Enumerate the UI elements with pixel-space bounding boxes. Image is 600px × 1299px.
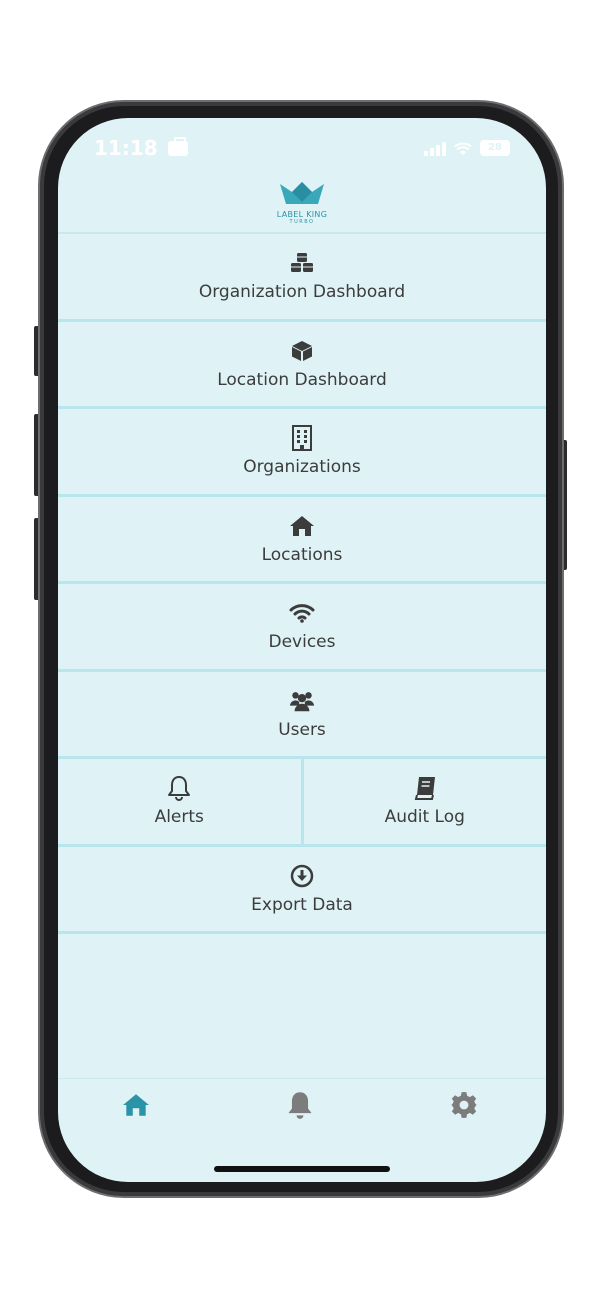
logo-subtext: TURBO [289, 219, 315, 225]
logo-text: LABEL KING [276, 210, 328, 219]
home-indicator [214, 1166, 390, 1172]
tab-settings[interactable] [444, 1089, 484, 1121]
cube-icon [289, 338, 315, 364]
audit-log-label: Audit Log [384, 807, 465, 828]
tab-home[interactable] [116, 1089, 156, 1121]
devices-label: Devices [268, 632, 336, 653]
alerts-button[interactable]: Alerts [58, 759, 301, 844]
wifi-status-icon [454, 142, 472, 155]
organizations-label: Organizations [243, 457, 361, 478]
cellular-signal-icon [424, 142, 446, 156]
menu-row: Devices [58, 584, 546, 672]
menu-row: Organization Dashboard [58, 234, 546, 322]
crown-icon [280, 182, 324, 204]
organization-dashboard-button[interactable]: Organization Dashboard [58, 234, 546, 319]
users-label: Users [278, 719, 326, 740]
users-button[interactable]: Users [58, 671, 546, 756]
location-dashboard-button[interactable]: Location Dashboard [58, 321, 546, 406]
alerts-label: Alerts [154, 807, 204, 828]
audit-log-button[interactable]: Audit Log [300, 759, 546, 844]
main-menu: Organization Dashboard Location Dashboar… [58, 234, 546, 934]
cubes-icon [289, 250, 315, 276]
download-circle-icon [289, 863, 315, 889]
locations-button[interactable]: Locations [58, 496, 546, 581]
users-icon [289, 688, 315, 714]
house-icon [289, 513, 315, 539]
status-bar-left: 11:18 [94, 136, 188, 160]
building-icon [289, 425, 315, 452]
wifi-icon [289, 600, 315, 626]
status-time: 11:18 [94, 136, 158, 160]
export-data-label: Export Data [251, 894, 353, 915]
menu-row: Location Dashboard [58, 321, 546, 409]
app-screen: 11:18 28 LABEL KING TURBO Organization D… [58, 118, 546, 1182]
book-icon [412, 775, 438, 801]
app-header: LABEL KING TURBO [58, 176, 546, 232]
organizations-button[interactable]: Organizations [58, 409, 546, 494]
gear-icon [451, 1092, 477, 1118]
work-profile-icon [167, 136, 188, 156]
menu-row: Locations [58, 496, 546, 584]
bell-icon [288, 1092, 312, 1119]
menu-row: Export Data [58, 846, 546, 934]
menu-row: Users [58, 671, 546, 759]
menu-row: Alerts Audit Log [58, 759, 546, 847]
status-bar-right: 28 [424, 140, 510, 156]
battery-icon: 28 [480, 140, 510, 156]
house-icon [123, 1094, 149, 1116]
menu-row: Organizations [58, 409, 546, 497]
tab-alerts[interactable] [280, 1089, 320, 1121]
location-dashboard-label: Location Dashboard [217, 369, 387, 390]
export-data-button[interactable]: Export Data [58, 846, 546, 931]
organization-dashboard-label: Organization Dashboard [198, 282, 406, 303]
bell-outline-icon [166, 775, 192, 802]
devices-button[interactable]: Devices [58, 584, 546, 669]
locations-label: Locations [261, 544, 343, 565]
app-logo: LABEL KING TURBO [270, 180, 334, 225]
